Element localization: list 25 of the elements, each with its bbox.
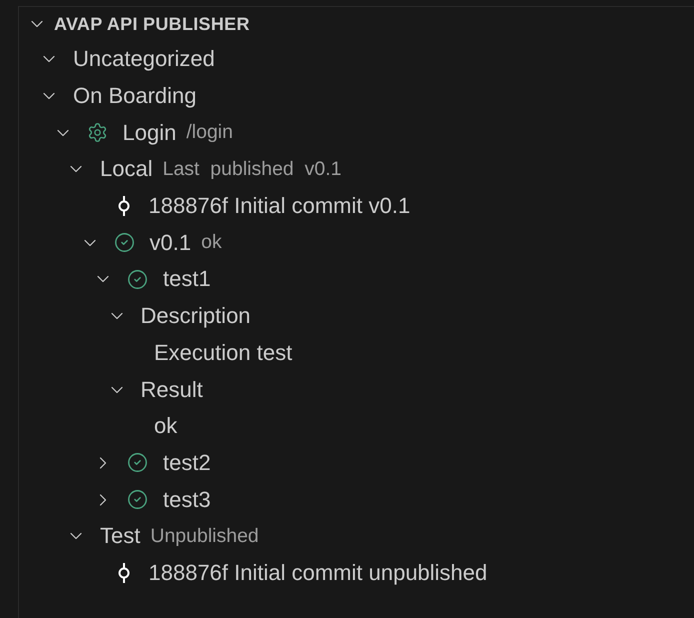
tree-item-label[interactable]: Execution test xyxy=(154,340,292,366)
tree-item-label[interactable]: Result xyxy=(140,376,203,403)
tree-item-label[interactable]: Login xyxy=(122,120,176,146)
tree-item-description: Unpublished xyxy=(150,524,259,548)
tree-item-description: /login xyxy=(186,121,233,144)
tree-item-label[interactable]: 188876f Initial commit v0.1 xyxy=(148,193,410,220)
tree-item-label[interactable]: ok xyxy=(154,413,178,440)
check-circle-icon xyxy=(114,232,134,254)
tree-item-description: ok xyxy=(201,231,222,254)
tree-item-label[interactable]: Test xyxy=(100,523,140,550)
tree-item-description: Last published v0.1 xyxy=(162,158,342,181)
check-circle-icon xyxy=(127,452,148,474)
tree-item-label[interactable]: Local xyxy=(100,156,153,182)
gear-icon xyxy=(86,122,108,144)
tree-item-label[interactable]: 188876f Initial commit unpublished xyxy=(148,560,488,586)
tree-item-label[interactable]: test3 xyxy=(163,486,211,513)
check-circle-icon xyxy=(127,268,148,290)
tree-item-label[interactable]: v0.1 xyxy=(150,230,192,256)
tree-item-label[interactable]: test2 xyxy=(163,450,211,476)
panel-title[interactable]: AVAP API PUBLISHER xyxy=(54,14,250,34)
check-circle-icon xyxy=(127,489,148,510)
tree-item-label[interactable]: Description xyxy=(140,303,251,330)
tree-item-label[interactable]: On Boarding xyxy=(73,83,197,110)
tree-item-label[interactable]: Uncategorized xyxy=(73,46,215,72)
tree-item-label[interactable]: test1 xyxy=(163,266,211,292)
